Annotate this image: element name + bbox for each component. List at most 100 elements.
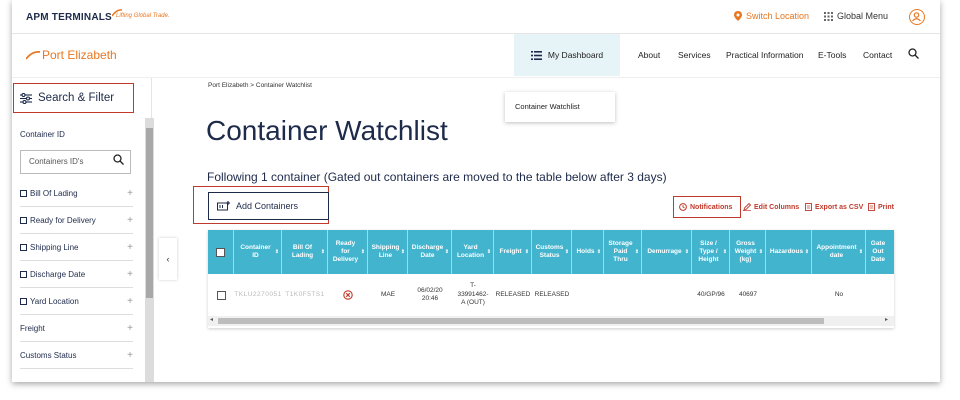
nav-dashboard-label: My Dashboard: [547, 50, 604, 60]
plus-icon[interactable]: +: [127, 215, 133, 226]
plus-icon[interactable]: +: [127, 296, 133, 307]
col-storage-paid-thru[interactable]: Storage Paid Thru ⇕: [604, 230, 642, 274]
filter-ready-for-delivery[interactable]: Ready for Delivery +: [20, 207, 133, 234]
cell-ready-for-delivery: [328, 274, 368, 316]
filter-shipping-line[interactable]: Shipping Line +: [20, 234, 133, 261]
cell-size-type-height: 40/GP/96: [697, 290, 725, 298]
plus-icon[interactable]: +: [127, 188, 133, 199]
filter-label: Shipping Line: [30, 242, 79, 252]
sort-icon: ⇕: [684, 249, 689, 255]
grid-icon: [824, 11, 833, 21]
top-bar: APM TERMINALS Lifting Global Trade. Swit…: [12, 0, 940, 34]
csv-file-icon: [805, 203, 812, 211]
col-gross-weight[interactable]: Gross Weight (kg) ⇕: [730, 230, 766, 274]
select-all-checkbox[interactable]: [216, 247, 225, 257]
nav-practical-information[interactable]: Practical Information: [726, 50, 803, 60]
filter-checkbox[interactable]: [20, 270, 27, 278]
cell-bill-of-lading: T1K0F5TS1: [285, 290, 325, 298]
container-add-icon: [217, 201, 230, 211]
filter-label: Freight: [20, 323, 45, 333]
nav-my-dashboard[interactable]: My Dashboard: [514, 34, 620, 76]
page-title: Container Watchlist: [206, 115, 448, 146]
cell-freight: RELEASED: [495, 290, 531, 298]
site-logo[interactable]: Port Elizabeth: [26, 48, 117, 62]
breadcrumb[interactable]: Port Elizabeth > Container Watchlist: [208, 82, 312, 89]
table-header: Container ID ⇕ Bill Of Lading ⇕ Ready for Deli…: [208, 230, 894, 274]
filter-label: Bill Of Lading: [30, 188, 78, 198]
brand-tagline: Lifting Global Trade.: [116, 13, 170, 19]
cell-appointment-date: No: [834, 290, 844, 298]
clock-icon: [679, 203, 687, 211]
filter-discharge-date[interactable]: Discharge Date +: [20, 261, 133, 288]
plus-icon[interactable]: +: [127, 350, 133, 361]
dashboard-dropdown: Container Watchlist: [505, 92, 615, 122]
filter-checkbox[interactable]: [20, 243, 27, 251]
search-icon[interactable]: [908, 48, 919, 59]
sort-icon: ⇕: [858, 249, 863, 255]
edit-columns-button[interactable]: Edit Columns: [743, 203, 799, 211]
plus-icon[interactable]: +: [127, 323, 133, 334]
user-account-icon[interactable]: [909, 9, 925, 25]
dropdown-item-container-watchlist[interactable]: Container Watchlist: [515, 102, 580, 111]
row-checkbox[interactable]: [216, 290, 226, 300]
cell-container-id[interactable]: TKLU2270051: [234, 274, 282, 316]
export-csv-button[interactable]: Export as CSV: [805, 203, 863, 211]
print-label: Print: [878, 203, 894, 211]
collapse-sidebar-button[interactable]: ‹: [159, 238, 177, 280]
scroll-left-icon[interactable]: ◂: [210, 316, 213, 323]
col-hazardous[interactable]: Hazardous ⇕: [766, 230, 812, 274]
col-holds[interactable]: Holds ⇕: [572, 230, 604, 274]
brand-logo[interactable]: APM TERMINALS: [26, 12, 112, 23]
filter-sidebar: Search & Filter Container ID Containers …: [12, 78, 154, 382]
switch-location-label: Switch Location: [746, 11, 810, 21]
filter-customs-status[interactable]: Customs Status +: [20, 342, 133, 369]
sort-icon: ⇕: [400, 249, 405, 255]
global-menu-link[interactable]: Global Menu: [824, 11, 888, 21]
col-demurrage[interactable]: Demurrage ⇕: [642, 230, 692, 274]
container-count-text: Following 1 container (Gated out contain…: [207, 170, 667, 184]
col-freight[interactable]: Freight ⇕: [494, 230, 532, 274]
col-customs-status[interactable]: Customs Status ⇕: [532, 230, 572, 274]
col-gate-out-date[interactable]: Gate Out Date: [866, 230, 894, 274]
table-row[interactable]: TKLU2270051 T1K0F5TS1 MAE 06/02/20 20:46 …: [208, 274, 894, 316]
filter-bill-of-lading[interactable]: Bill Of Lading +: [20, 180, 133, 207]
filter-checkbox[interactable]: [20, 189, 27, 197]
nav-about[interactable]: About: [638, 50, 660, 60]
table-scrollbar-thumb[interactable]: [218, 318, 824, 324]
col-discharge-date[interactable]: Discharge Date ⇕: [408, 230, 452, 274]
filter-freight[interactable]: Freight +: [20, 315, 133, 342]
export-csv-label: Export as CSV: [815, 203, 864, 211]
filter-checkbox[interactable]: [20, 297, 27, 305]
sort-icon: ⇕: [758, 249, 763, 255]
pencil-icon: [743, 203, 751, 211]
plus-icon[interactable]: +: [127, 269, 133, 280]
scroll-right-icon[interactable]: ▸: [885, 316, 888, 323]
print-button[interactable]: Print: [868, 203, 894, 211]
nav-e-tools[interactable]: E-Tools: [818, 50, 846, 60]
notifications-label: Notifications: [690, 203, 733, 211]
filter-checkbox[interactable]: [20, 216, 27, 224]
notifications-button[interactable]: Notifications: [679, 203, 732, 211]
site-name: Port Elizabeth: [42, 48, 117, 62]
chevron-left-icon: ‹: [166, 254, 170, 264]
add-containers-button[interactable]: Add Containers: [208, 192, 329, 220]
col-bill-of-lading[interactable]: Bill Of Lading ⇕: [282, 230, 328, 274]
sort-icon: ⇕: [444, 249, 449, 255]
nav-contact[interactable]: Contact: [863, 50, 892, 60]
nav-services[interactable]: Services: [678, 50, 711, 60]
switch-location-link[interactable]: Switch Location: [734, 11, 809, 21]
search-filter-header[interactable]: Search & Filter: [13, 83, 134, 113]
watchlist-table: Container ID ⇕ Bill Of Lading ⇕ Ready for Deli…: [208, 230, 894, 328]
col-size-type-height[interactable]: Size / Type / Height ⇕: [692, 230, 730, 274]
sidebar-scrollbar-thumb[interactable]: [146, 128, 153, 298]
swoosh-icon: [26, 50, 40, 60]
plus-icon[interactable]: +: [127, 242, 133, 253]
col-yard-location[interactable]: Yard Location ⇕: [452, 230, 494, 274]
col-container-id[interactable]: Container ID ⇕: [234, 230, 282, 274]
col-appointment-date[interactable]: Appointment date ⇕: [812, 230, 866, 274]
filter-yard-location[interactable]: Yard Location +: [20, 288, 133, 315]
col-shipping-line[interactable]: Shipping Line ⇕: [368, 230, 408, 274]
col-ready-for-delivery[interactable]: Ready for Delivery ⇕: [328, 230, 368, 274]
sort-icon: ⇕: [274, 249, 279, 255]
search-icon[interactable]: [113, 154, 124, 165]
